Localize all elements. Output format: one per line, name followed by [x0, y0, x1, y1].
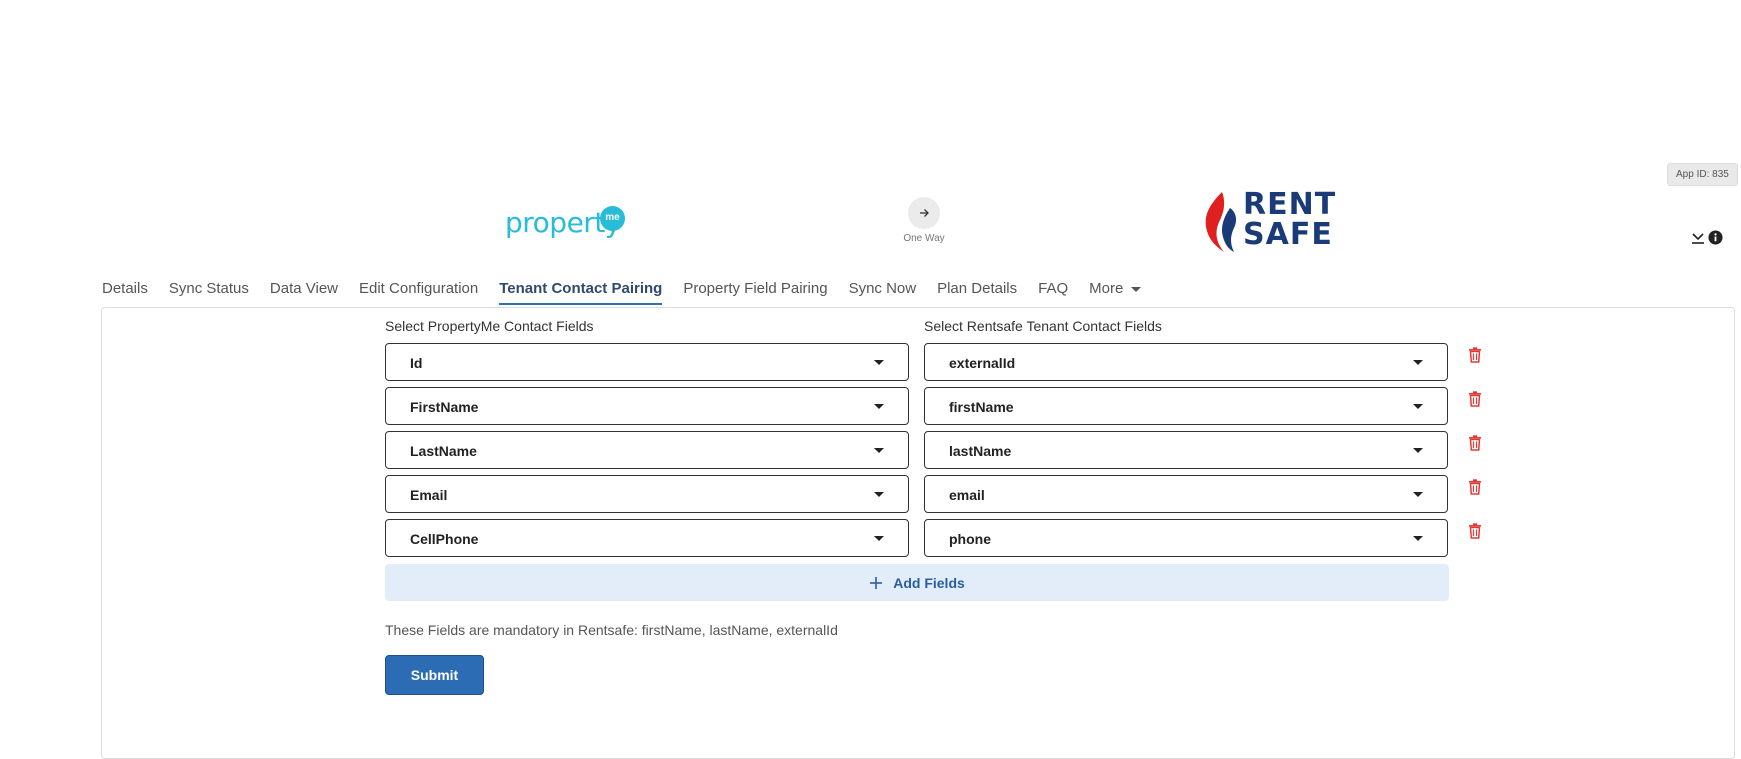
flame-icon — [1205, 192, 1237, 252]
tab-label: Sync Now — [848, 280, 917, 297]
dropdown-arrow-icon — [1413, 404, 1423, 409]
plus-icon — [870, 576, 883, 589]
select-value: LastName — [410, 443, 477, 459]
propertyme-field-select[interactable]: FirstName — [385, 387, 909, 425]
tab-label: Plan Details — [937, 280, 1018, 297]
rentsafe-logo-text: RENT SAFE — [1243, 190, 1336, 250]
select-value: Id — [410, 355, 423, 371]
sync-direction: One Way — [895, 197, 953, 244]
tab-label: FAQ — [1038, 280, 1069, 297]
dropdown-arrow-icon — [874, 492, 884, 497]
select-value: email — [949, 487, 985, 503]
tab-bar: Details Sync Status Data View Edit Confi… — [102, 276, 1162, 305]
header-tools — [1691, 230, 1723, 245]
propertyme-field-select[interactable]: LastName — [385, 431, 909, 469]
tab-label: Sync Status — [168, 280, 249, 297]
rentsafe-field-select[interactable]: firstName — [924, 387, 1448, 425]
select-value: Email — [410, 487, 448, 503]
tab-edit-configuration[interactable]: Edit Configuration — [359, 276, 478, 305]
collapse-icon[interactable] — [1691, 231, 1705, 245]
tab-label: Property Field Pairing — [683, 280, 828, 297]
dropdown-arrow-icon — [1413, 536, 1423, 541]
app-id-badge: App ID: 835 — [1667, 163, 1738, 186]
rentsafe-logo-line2: SAFE — [1243, 217, 1333, 252]
propertyme-field-select[interactable]: CellPhone — [385, 519, 909, 557]
propertyme-logo-badge: me — [600, 206, 625, 231]
tab-more[interactable]: More — [1089, 276, 1142, 305]
dropdown-arrow-icon — [1413, 448, 1423, 453]
rentsafe-field-select[interactable]: externalId — [924, 343, 1448, 381]
tab-sync-status[interactable]: Sync Status — [169, 276, 249, 305]
add-fields-label: Add Fields — [893, 574, 965, 591]
select-value: externalId — [949, 355, 1016, 371]
caret-down-icon — [1131, 286, 1142, 292]
delete-row-icon[interactable] — [1468, 435, 1482, 451]
pairing-panel — [101, 307, 1735, 759]
propertyme-logo: property me — [505, 204, 635, 244]
tab-label: Tenant Contact Pairing — [499, 280, 663, 297]
delete-row-icon[interactable] — [1468, 479, 1482, 495]
select-value: lastName — [949, 443, 1012, 459]
dropdown-arrow-icon — [874, 448, 884, 453]
select-value: CellPhone — [410, 531, 479, 547]
propertyme-field-select[interactable]: Id — [385, 343, 909, 381]
tab-sync-now[interactable]: Sync Now — [849, 276, 917, 305]
tab-label: Edit Configuration — [359, 280, 479, 297]
select-value: firstName — [949, 399, 1014, 415]
arrow-right-icon — [908, 197, 940, 229]
delete-row-icon[interactable] — [1468, 391, 1482, 407]
tab-label: More — [1089, 280, 1124, 297]
tab-property-field-pairing[interactable]: Property Field Pairing — [683, 276, 827, 305]
sync-direction-label: One Way — [903, 233, 945, 244]
select-value: phone — [949, 531, 991, 547]
tab-label: Data View — [269, 280, 338, 297]
delete-row-icon[interactable] — [1468, 523, 1482, 539]
rentsafe-logo: RENT SAFE — [1200, 190, 1335, 255]
propertyme-field-select[interactable]: Email — [385, 475, 909, 513]
rentsafe-field-select[interactable]: lastName — [924, 431, 1448, 469]
add-fields-button[interactable]: Add Fields — [385, 564, 1449, 601]
tab-faq[interactable]: FAQ — [1038, 276, 1068, 305]
rentsafe-logo-line1: RENT — [1243, 187, 1337, 222]
tab-label: Details — [102, 280, 148, 297]
dropdown-arrow-icon — [874, 360, 884, 365]
dropdown-arrow-icon — [1413, 492, 1423, 497]
dropdown-arrow-icon — [874, 404, 884, 409]
select-value: FirstName — [410, 399, 479, 415]
tab-data-view[interactable]: Data View — [270, 276, 338, 305]
propertyme-fields-label: Select PropertyMe Contact Fields — [385, 318, 594, 334]
dropdown-arrow-icon — [1413, 360, 1423, 365]
delete-row-icon[interactable] — [1468, 347, 1482, 363]
dropdown-arrow-icon — [874, 536, 884, 541]
submit-button[interactable]: Submit — [385, 655, 484, 695]
rentsafe-field-select[interactable]: phone — [924, 519, 1448, 557]
rentsafe-fields-label: Select Rentsafe Tenant Contact Fields — [924, 318, 1162, 334]
mandatory-fields-note: These Fields are mandatory in Rentsafe: … — [385, 622, 838, 638]
tab-tenant-contact-pairing[interactable]: Tenant Contact Pairing — [499, 276, 663, 305]
tab-details[interactable]: Details — [102, 276, 148, 305]
tab-plan-details[interactable]: Plan Details — [937, 276, 1017, 305]
rentsafe-field-select[interactable]: email — [924, 475, 1448, 513]
info-icon[interactable] — [1708, 230, 1723, 245]
